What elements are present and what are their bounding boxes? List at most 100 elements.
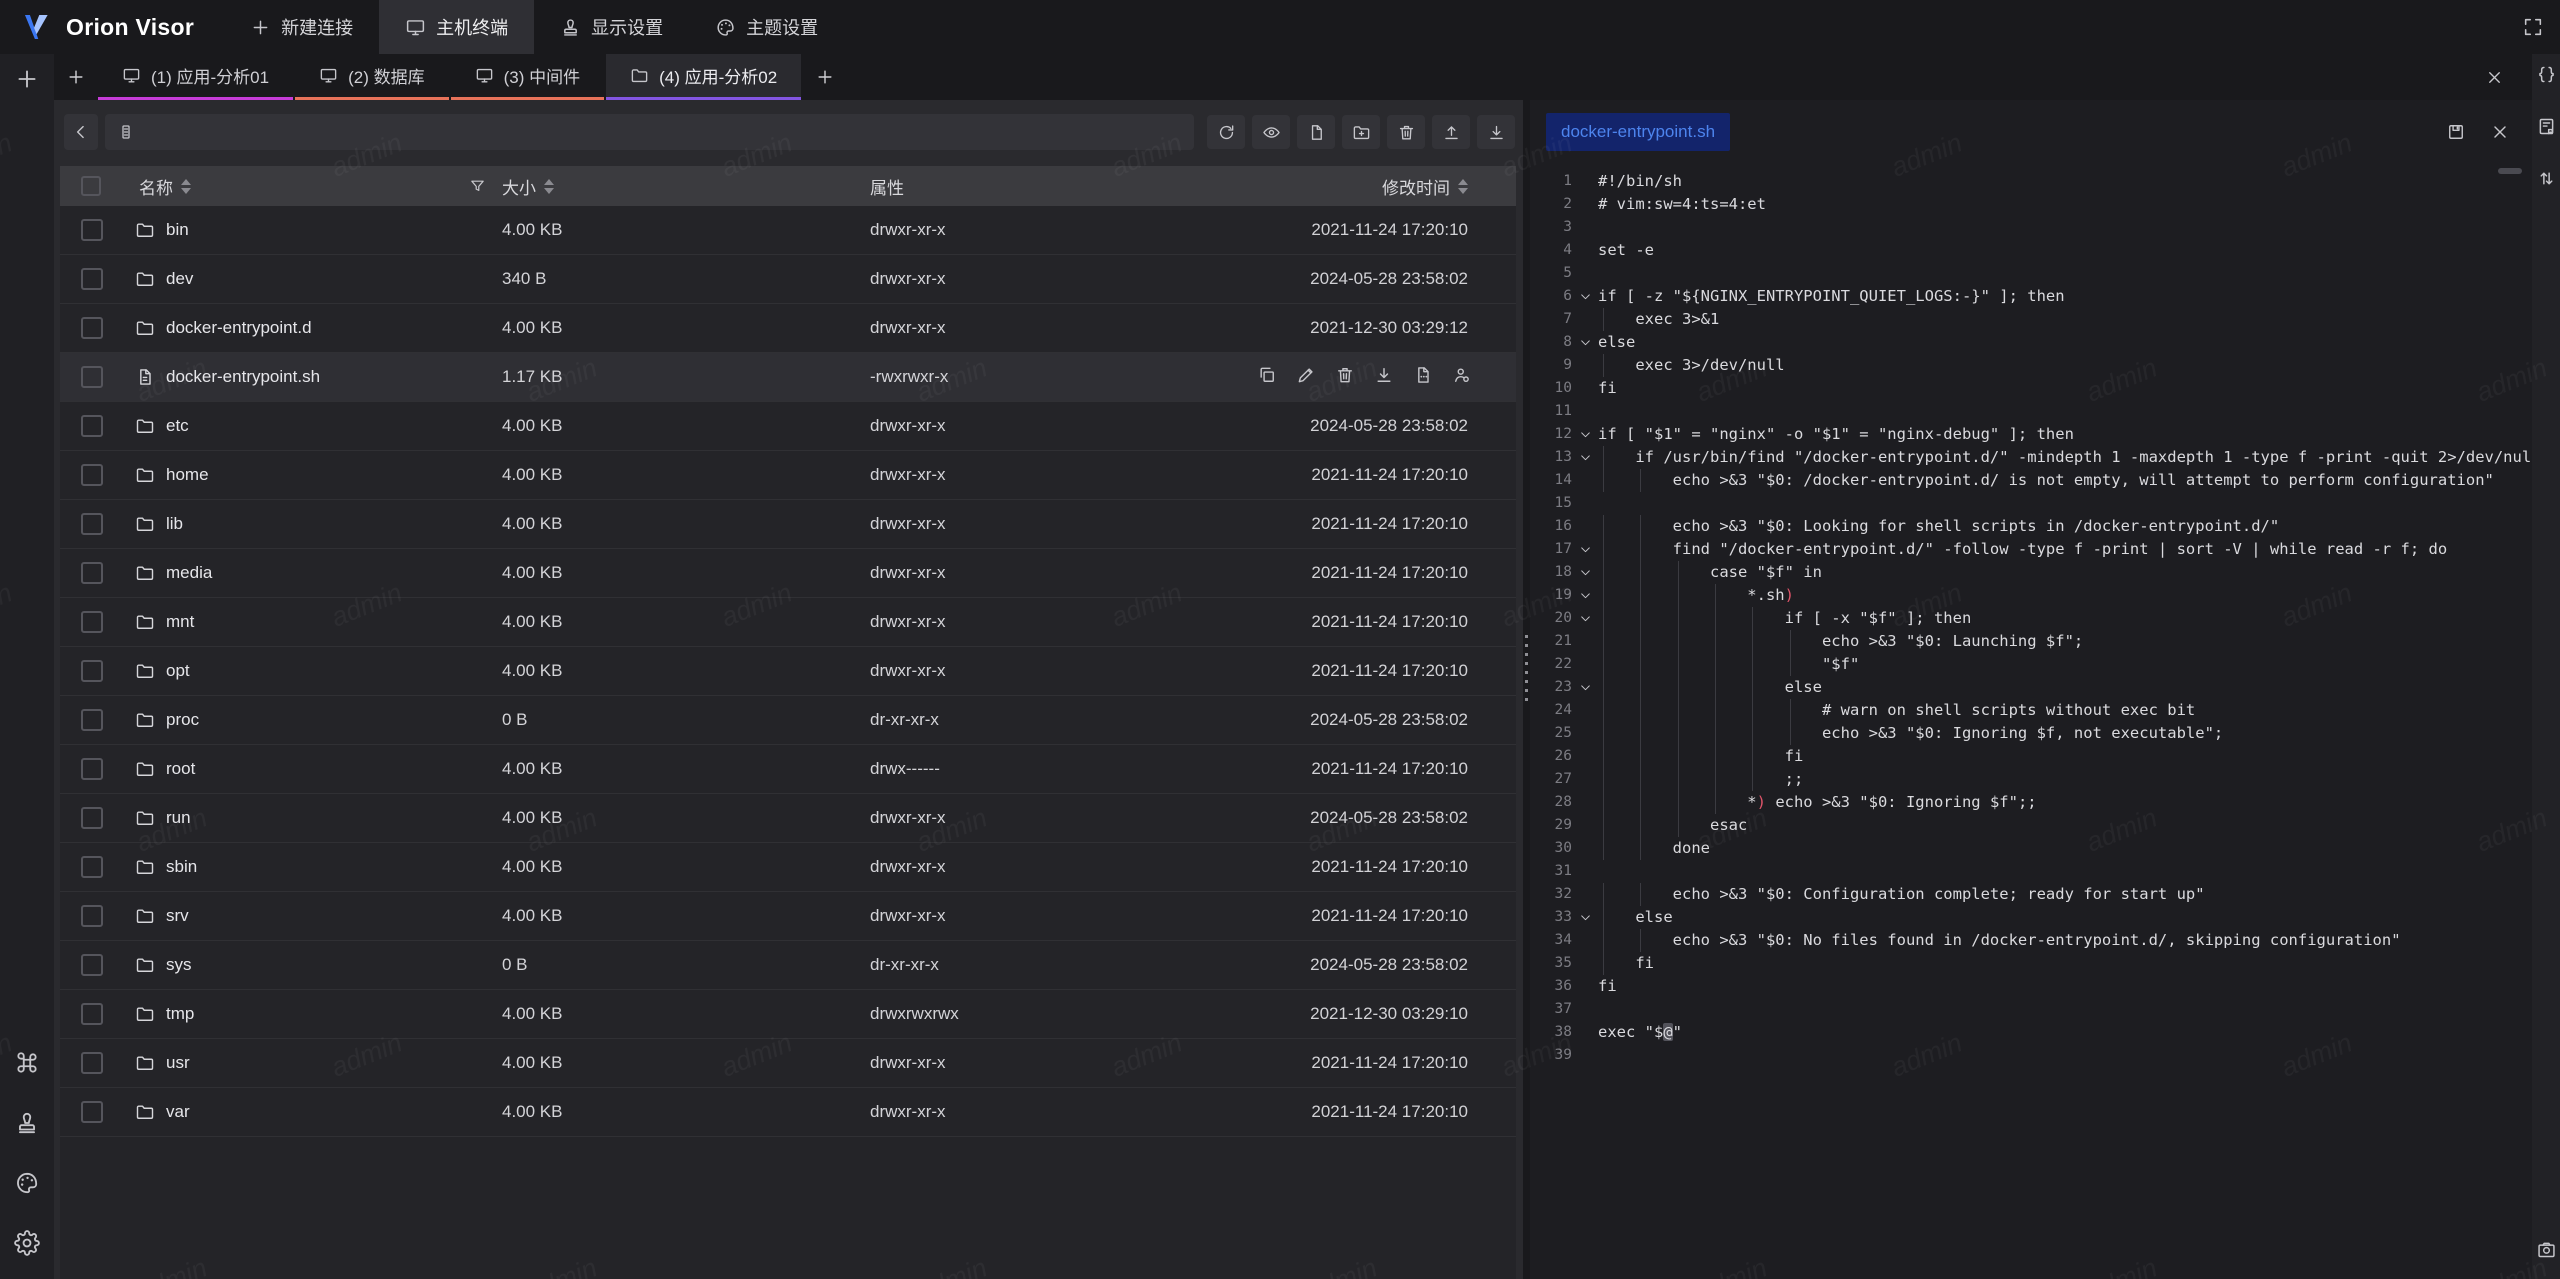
fold-toggle[interactable] [1572,446,1598,469]
rail-doc-bookmark-button[interactable] [2536,116,2557,142]
fullscreen-icon[interactable] [2522,16,2544,38]
rail-sort-updown-button[interactable] [2536,168,2557,194]
sort-mtime-icon[interactable] [1458,179,1468,194]
file-size: 340 B [502,269,870,289]
sort-name-icon[interactable] [181,179,191,194]
menu-item-display-settings[interactable]: 显示设置 [534,0,689,54]
file-row-run[interactable]: run4.00 KBdrwxr-xr-x2024-05-28 23:58:02 [60,794,1516,843]
file-row-tmp[interactable]: tmp4.00 KBdrwxrwxrwx2021-12-30 03:29:10 [60,990,1516,1039]
command-icon [14,1050,40,1076]
fold-toggle[interactable] [1572,607,1598,630]
row-checkbox[interactable] [81,562,103,584]
download-action-button[interactable] [1374,365,1394,390]
file-row-opt[interactable]: opt4.00 KBdrwxr-xr-x2021-11-24 17:20:10 [60,647,1516,696]
file-row-sbin[interactable]: sbin4.00 KBdrwxr-xr-x2021-11-24 17:20:10 [60,843,1516,892]
file-row-sys[interactable]: sys0 Bdr-xr-xr-x2024-05-28 23:58:02 [60,941,1516,990]
row-checkbox[interactable] [81,954,103,976]
add-tab-button[interactable] [803,54,847,100]
rail-command-button[interactable] [14,1050,40,1081]
tab-3[interactable]: (3) 中间件 [451,54,605,100]
fold-toggle[interactable] [1572,906,1598,929]
save-file-button[interactable] [2440,116,2472,148]
file-row-media[interactable]: media4.00 KBdrwxr-xr-x2021-11-24 17:20:1… [60,549,1516,598]
path-input[interactable] [105,114,1194,150]
menu-item-host-terminal[interactable]: 主机终端 [379,0,534,54]
row-checkbox[interactable] [81,268,103,290]
row-checkbox[interactable] [81,1101,103,1123]
fold-toggle[interactable] [1572,676,1598,699]
file-row-root[interactable]: root4.00 KBdrwx------2021-11-24 17:20:10 [60,745,1516,794]
row-checkbox[interactable] [81,905,103,927]
close-editor-button[interactable] [2484,116,2516,148]
rail-settings-button[interactable] [14,1230,40,1261]
sort-size-icon[interactable] [544,179,554,194]
new-file-button[interactable] [1297,115,1335,149]
tab-1[interactable]: (1) 应用-分析01 [98,54,293,100]
delete-action-button[interactable] [1335,365,1355,390]
preview-button[interactable] [1252,115,1290,149]
header-checkbox[interactable] [81,176,101,196]
panel-splitter[interactable] [1523,100,1530,1279]
fold-toggle[interactable] [1572,538,1598,561]
row-checkbox[interactable] [81,317,103,339]
rail-screenshot-button[interactable] [2536,1239,2557,1265]
rail-stamp-button[interactable] [14,1110,40,1141]
file-row-docker-entrypoint.d[interactable]: docker-entrypoint.d4.00 KBdrwxr-xr-x2021… [60,304,1516,353]
file-row-srv[interactable]: srv4.00 KBdrwxr-xr-x2021-11-24 17:20:10 [60,892,1516,941]
row-checkbox[interactable] [81,219,103,241]
row-checkbox[interactable] [81,758,103,780]
row-checkbox[interactable] [81,1003,103,1025]
file-row-docker-entrypoint.sh[interactable]: docker-entrypoint.sh1.17 KB-rwxrwxr-x [60,353,1516,402]
row-checkbox[interactable] [81,464,103,486]
row-checkbox[interactable] [81,415,103,437]
row-checkbox[interactable] [81,660,103,682]
filter-funnel-icon[interactable] [469,178,486,195]
fold-toggle[interactable] [1572,584,1598,607]
menu-item-new-connection[interactable]: 新建连接 [224,0,379,54]
edit-action-button[interactable] [1296,365,1316,390]
fold-toggle[interactable] [1572,423,1598,446]
refresh-button[interactable] [1207,115,1245,149]
row-checkbox[interactable] [81,513,103,535]
code-line: 9 exec 3>/dev/null [1530,354,2532,377]
code-editor[interactable]: 1#!/bin/sh2# vim:sw=4:ts=4:et34set -e56i… [1530,164,2532,1279]
tab-4[interactable]: (4) 应用-分析02 [606,54,801,100]
editor-scrollbar-thumb[interactable] [2498,168,2522,174]
file-row-lib[interactable]: lib4.00 KBdrwxr-xr-x2021-11-24 17:20:10 [60,500,1516,549]
rail-add-button[interactable] [14,66,40,97]
tab-2[interactable]: (2) 数据库 [295,54,449,100]
add-tab-left-button[interactable] [54,54,98,100]
new-folder-button[interactable] [1342,115,1380,149]
copy-action-button[interactable] [1257,365,1277,390]
fold-toggle[interactable] [1572,331,1598,354]
fold-toggle[interactable] [1572,285,1598,308]
rail-braces-button[interactable] [2536,64,2557,90]
file-row-mnt[interactable]: mnt4.00 KBdrwxr-xr-x2021-11-24 17:20:10 [60,598,1516,647]
file-row-etc[interactable]: etc4.00 KBdrwxr-xr-x2024-05-28 23:58:02 [60,402,1516,451]
row-checkbox[interactable] [81,709,103,731]
menu-item-theme-settings[interactable]: 主题设置 [689,0,844,54]
upload-button[interactable] [1432,115,1470,149]
file-name-cell: docker-entrypoint.sh [135,367,502,387]
file-row-dev[interactable]: dev340 Bdrwxr-xr-x2024-05-28 23:58:02 [60,255,1516,304]
row-checkbox[interactable] [81,807,103,829]
row-checkbox[interactable] [81,611,103,633]
file-row-bin[interactable]: bin4.00 KBdrwxr-xr-x2021-11-24 17:20:10 [60,206,1516,255]
file-row-usr[interactable]: usr4.00 KBdrwxr-xr-x2021-11-24 17:20:10 [60,1039,1516,1088]
row-checkbox[interactable] [81,856,103,878]
row-checkbox[interactable] [81,1052,103,1074]
file-table-body: bin4.00 KBdrwxr-xr-x2021-11-24 17:20:10d… [60,206,1516,1137]
fold-toggle[interactable] [1572,561,1598,584]
editor-file-tab[interactable]: docker-entrypoint.sh [1546,113,1730,151]
row-checkbox[interactable] [81,366,103,388]
back-button[interactable] [64,114,98,150]
more-file-action-button[interactable] [1413,365,1433,390]
rail-palette-button[interactable] [14,1170,40,1201]
file-row-var[interactable]: var4.00 KBdrwxr-xr-x2021-11-24 17:20:10 [60,1088,1516,1137]
close-panel-icon[interactable] [2485,68,2504,87]
file-row-proc[interactable]: proc0 Bdr-xr-xr-x2024-05-28 23:58:02 [60,696,1516,745]
delete-button[interactable] [1387,115,1425,149]
permission-action-button[interactable] [1452,365,1472,390]
download-button[interactable] [1477,115,1515,149]
file-row-home[interactable]: home4.00 KBdrwxr-xr-x2021-11-24 17:20:10 [60,451,1516,500]
